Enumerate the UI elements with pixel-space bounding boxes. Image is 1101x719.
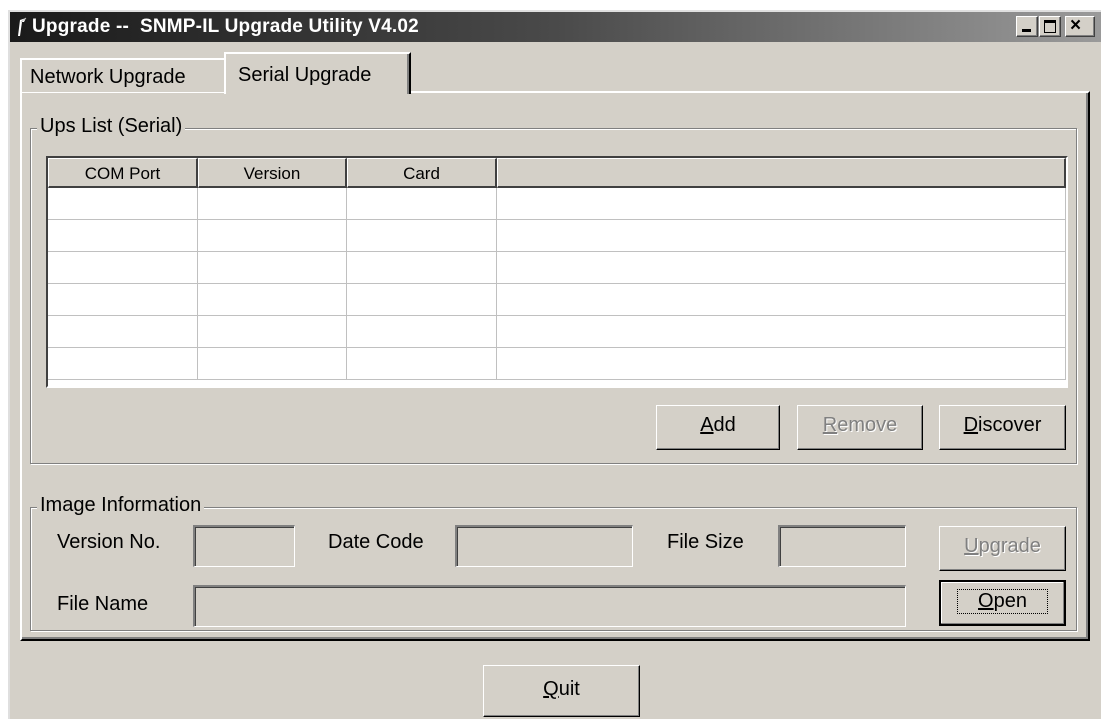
add-mnemonic: A — [700, 414, 714, 436]
table-cell — [497, 284, 1066, 316]
table-cell — [497, 220, 1066, 252]
open-mnemonic: O — [978, 590, 994, 612]
discover-button[interactable]: Discover — [939, 405, 1066, 450]
table-cell — [198, 188, 347, 220]
quit-button[interactable]: Quit — [483, 665, 640, 717]
column-header-version[interactable]: Version — [198, 158, 347, 188]
date-code-field — [455, 525, 633, 567]
table-cell — [347, 316, 497, 348]
table-cell — [48, 220, 198, 252]
table-cell — [497, 188, 1066, 220]
open-button[interactable]: Open — [939, 580, 1066, 626]
table-cell — [48, 188, 198, 220]
upgrade-button[interactable]: Upgrade — [939, 526, 1066, 571]
file-name-label: File Name — [57, 593, 149, 615]
title-bar[interactable]: Upgrade -- SNMP-IL Upgrade Utility V4.02… — [10, 12, 1101, 42]
table-cell — [347, 348, 497, 380]
table-cell — [347, 284, 497, 316]
window-title-prefix: Upgrade -- — [32, 16, 129, 37]
table-cell — [347, 220, 497, 252]
table-cell — [198, 220, 347, 252]
open-label: pen — [993, 590, 1027, 612]
quit-mnemonic: Q — [543, 678, 559, 700]
file-name-field — [193, 585, 906, 627]
remove-mnemonic: R — [822, 414, 838, 436]
version-no-field — [193, 525, 295, 567]
table-cell — [198, 316, 347, 348]
tab-network-upgrade[interactable]: Network Upgrade — [20, 58, 224, 92]
table-cell — [497, 316, 1066, 348]
close-icon: × — [1070, 15, 1082, 36]
table-row[interactable] — [48, 348, 1066, 380]
app-icon — [18, 17, 27, 36]
upgrade-label: pgrade — [978, 535, 1041, 557]
table-cell — [48, 348, 198, 380]
remove-label: emove — [837, 414, 898, 436]
table-row[interactable] — [48, 316, 1066, 348]
add-button[interactable]: Add — [656, 405, 780, 450]
table-cell — [48, 316, 198, 348]
discover-mnemonic: D — [963, 414, 979, 436]
window-title: Upgrade -- SNMP-IL Upgrade Utility V4.02 — [32, 16, 419, 38]
table-row[interactable] — [48, 252, 1066, 284]
version-no-label: Version No. — [57, 531, 161, 553]
table-cell — [347, 252, 497, 284]
column-header-blank[interactable] — [497, 158, 1066, 188]
image-information-group-title: Image Information — [37, 494, 205, 517]
ups-list-view[interactable]: COM Port Version Card — [46, 156, 1068, 388]
table-cell — [198, 284, 347, 316]
upgrade-mnemonic: U — [964, 535, 979, 557]
tab-serial-upgrade[interactable]: Serial Upgrade — [224, 52, 411, 94]
table-cell — [198, 348, 347, 380]
maximize-icon — [1044, 20, 1056, 33]
table-cell — [497, 252, 1066, 284]
file-size-label: File Size — [667, 531, 744, 553]
table-row[interactable] — [48, 220, 1066, 252]
table-cell — [347, 188, 497, 220]
open-focus-rect: Open — [957, 589, 1048, 614]
column-header-card[interactable]: Card — [347, 158, 497, 188]
date-code-label: Date Code — [328, 531, 424, 553]
table-cell — [48, 284, 198, 316]
discover-label: iscover — [978, 414, 1042, 436]
table-row[interactable] — [48, 284, 1066, 316]
add-label: dd — [713, 414, 736, 436]
window-title-main: SNMP-IL Upgrade Utility V4.02 — [139, 16, 419, 37]
close-button[interactable]: × — [1065, 16, 1095, 37]
minimize-icon — [1022, 29, 1031, 32]
maximize-button[interactable] — [1039, 16, 1061, 37]
remove-button[interactable]: Remove — [797, 405, 923, 450]
minimize-button[interactable] — [1016, 16, 1038, 37]
table-row[interactable] — [48, 188, 1066, 220]
table-cell — [497, 348, 1066, 380]
table-cell — [48, 252, 198, 284]
ups-list-group-title: Ups List (Serial) — [37, 115, 186, 138]
table-cell — [198, 252, 347, 284]
quit-label: uit — [558, 678, 580, 700]
file-size-field — [778, 525, 906, 567]
list-header: COM Port Version Card — [48, 158, 1066, 188]
column-header-com-port[interactable]: COM Port — [48, 158, 198, 188]
